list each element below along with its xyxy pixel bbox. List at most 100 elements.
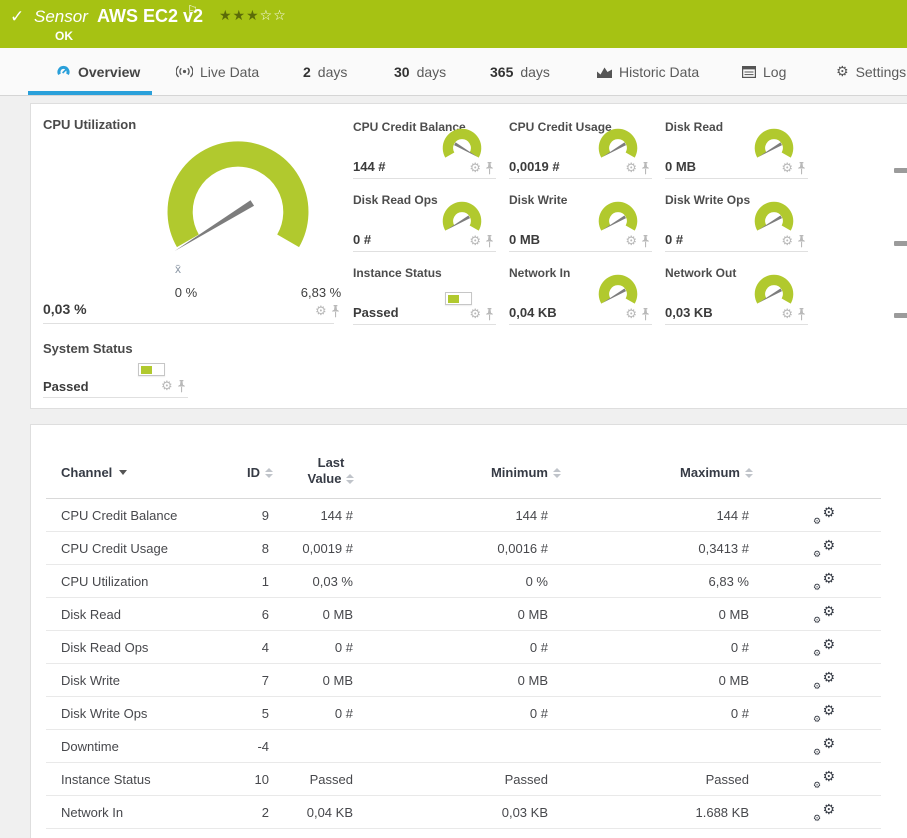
stars-empty[interactable]: ☆☆ [260, 7, 287, 23]
row-settings-gears-icon[interactable]: ⚙ ⚙ [813, 769, 835, 791]
channel-settings-gear-icon[interactable]: ⚙ [781, 235, 793, 248]
gauge-icon [57, 66, 70, 76]
system-status-title: System Status [43, 341, 133, 356]
tab-live-data[interactable]: Live Data [176, 48, 259, 95]
cpu-utilization-gauge [167, 141, 309, 252]
row-channel-name: Disk Read [61, 607, 121, 622]
column-header-id[interactable]: ID [183, 465, 273, 480]
cropped-column-stub [894, 241, 907, 246]
gauge-cell: Disk Write Ops 0 # ⚙ [665, 193, 808, 252]
gauge-cell: Disk Write 0 MB ⚙ [509, 193, 652, 252]
row-channel-name: Disk Write [61, 673, 120, 688]
row-minimum: 0,03 KB [501, 805, 548, 820]
gauge-cell-title: Disk Write Ops [665, 193, 751, 207]
log-list-icon [742, 65, 756, 78]
gauge-cell-actions: ⚙ [781, 162, 806, 175]
row-settings-gears-icon[interactable]: ⚙ ⚙ [813, 505, 835, 527]
gear-icon: ⚙ [836, 63, 849, 80]
column-header-last-value[interactable]: Last Value [291, 455, 371, 487]
gauge-cell-title: Disk Write [509, 193, 568, 207]
tab-365-days[interactable]: 365 days [490, 48, 550, 95]
row-settings-gears-icon[interactable]: ⚙ ⚙ [813, 637, 835, 659]
row-channel-name: Instance Status [61, 772, 151, 787]
channel-settings-gear-icon[interactable]: ⚙ [469, 162, 481, 175]
tab-overview[interactable]: Overview [56, 48, 140, 95]
table-row: Disk Read Ops 4 0 # 0 # 0 # ⚙ ⚙ [31, 631, 907, 664]
gauge-min-label: 0 % [174, 285, 198, 300]
tab-settings[interactable]: ⚙ Settings [836, 48, 906, 95]
tab-365-days-label: days [520, 63, 550, 80]
gauge-cell-value: 0 MB [665, 159, 697, 174]
column-header-minimum-label: Minimum [490, 465, 548, 480]
column-header-channel[interactable]: Channel [61, 465, 128, 480]
row-maximum: 0 MB [718, 673, 749, 688]
cropped-column-stub [894, 313, 907, 318]
channel-settings-gear-icon[interactable]: ⚙ [625, 308, 637, 321]
tab-2-days-label: days [317, 63, 348, 80]
pin-icon[interactable] [641, 162, 650, 175]
pin-icon[interactable] [641, 308, 650, 321]
row-last-value: Passed [309, 772, 353, 787]
primary-gauge-actions: ⚙ [315, 305, 340, 318]
row-settings-gears-icon[interactable]: ⚙ ⚙ [813, 604, 835, 626]
pin-icon[interactable] [485, 162, 494, 175]
row-maximum: 1.688 KB [695, 805, 750, 820]
row-settings-gears-icon[interactable]: ⚙ ⚙ [813, 703, 835, 725]
channel-settings-gear-icon[interactable]: ⚙ [625, 235, 637, 248]
row-minimum: 0,0016 # [497, 541, 548, 556]
average-marker: x̄ [175, 262, 181, 276]
row-maximum: Passed [705, 772, 749, 787]
tab-2-days[interactable]: 2 days [303, 48, 347, 95]
row-maximum: 0 MB [718, 607, 749, 622]
row-minimum: 0 # [529, 706, 548, 721]
pin-icon[interactable] [485, 308, 494, 321]
column-header-id-label: ID [247, 465, 260, 480]
channel-settings-gear-icon[interactable]: ⚙ [161, 380, 173, 393]
tab-log[interactable]: Log [742, 48, 786, 95]
channel-settings-gear-icon[interactable]: ⚙ [315, 305, 327, 318]
sort-icon [265, 467, 273, 478]
status-ok-check-icon: ✓ [10, 7, 25, 26]
row-settings-gears-icon[interactable]: ⚙ ⚙ [813, 538, 835, 560]
gauge-cell-actions: ⚙ [781, 235, 806, 248]
pin-icon[interactable] [641, 235, 650, 248]
channel-settings-gear-icon[interactable]: ⚙ [781, 162, 793, 175]
row-last-value: 0 # [334, 706, 353, 721]
row-settings-gears-icon[interactable]: ⚙ ⚙ [813, 670, 835, 692]
pin-icon[interactable] [177, 380, 186, 393]
row-last-value: 0,03 % [312, 574, 353, 589]
row-settings-gears-icon[interactable]: ⚙ ⚙ [813, 802, 835, 824]
table-row: CPU Credit Usage 8 0,0019 # 0,0016 # 0,3… [31, 532, 907, 565]
column-header-last-label: Last [317, 455, 345, 470]
table-row: Instance Status 10 Passed Passed Passed … [31, 763, 907, 796]
row-settings-gears-icon[interactable]: ⚙ ⚙ [813, 736, 835, 758]
priority-flag-icon[interactable]: ⚐ [187, 3, 198, 17]
gauge-cell-actions: ⚙ [469, 308, 494, 321]
column-header-minimum[interactable]: Minimum [451, 465, 561, 480]
pin-icon[interactable] [797, 235, 806, 248]
gauge-cell-actions: ⚙ [625, 235, 650, 248]
tab-365-days-number: 365 [490, 63, 514, 80]
tab-30-days[interactable]: 30 days [394, 48, 446, 95]
channel-settings-gear-icon[interactable]: ⚙ [469, 308, 481, 321]
priority-stars[interactable]: ★★★☆☆ [219, 7, 287, 24]
tab-30-days-label: days [416, 63, 447, 80]
pin-icon[interactable] [331, 305, 340, 318]
pin-icon[interactable] [797, 308, 806, 321]
tab-historic-data[interactable]: Historic Data [597, 48, 699, 95]
table-row: Disk Read 6 0 MB 0 MB 0 MB ⚙ ⚙ [31, 598, 907, 631]
pin-icon[interactable] [485, 235, 494, 248]
channel-settings-gear-icon[interactable]: ⚙ [469, 235, 481, 248]
gauge-cell: CPU Credit Usage 0,0019 # ⚙ [509, 120, 652, 179]
row-settings-gears-icon[interactable]: ⚙ ⚙ [813, 571, 835, 593]
column-header-maximum[interactable]: Maximum [643, 465, 753, 480]
channel-settings-gear-icon[interactable]: ⚙ [781, 308, 793, 321]
gauge-cell: Disk Read Ops 0 # ⚙ [353, 193, 496, 252]
gauge-cell-title: Disk Read Ops [353, 193, 438, 207]
pin-icon[interactable] [797, 162, 806, 175]
stars-filled[interactable]: ★★★ [219, 7, 260, 23]
row-maximum: 6,83 % [708, 574, 749, 589]
channel-settings-gear-icon[interactable]: ⚙ [625, 162, 637, 175]
gauge-cell-value: Passed [353, 305, 399, 320]
row-maximum: 0 # [730, 706, 749, 721]
